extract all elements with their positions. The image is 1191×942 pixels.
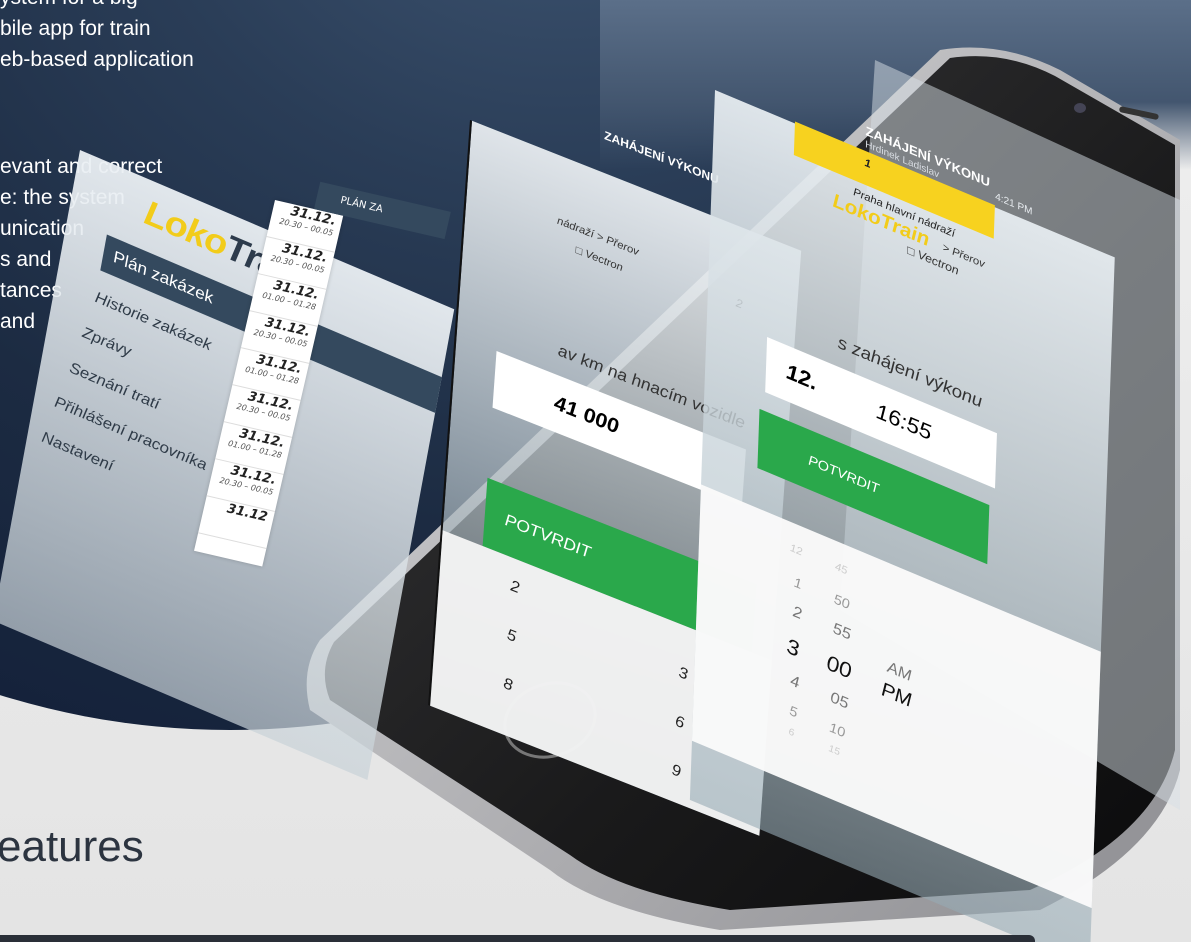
- picker-minute: 45: [834, 560, 848, 578]
- menu-item-settings[interactable]: Nastavení: [40, 429, 114, 476]
- hero-section: ystem for a big bile app for train eb-ba…: [0, 0, 1191, 942]
- menu-item-messages[interactable]: Zprávy: [81, 324, 132, 361]
- picker-minute: 10: [829, 718, 846, 741]
- picker-hour: 5: [789, 701, 798, 721]
- picker-minute: 05: [830, 688, 849, 714]
- picker-hour: 12: [789, 541, 803, 559]
- keypad-key[interactable]: 5: [506, 626, 516, 647]
- picker-minute: 55: [832, 619, 851, 644]
- features-heading: eatures: [0, 822, 144, 871]
- train-icon: □: [906, 242, 915, 260]
- features-divider-bar: [0, 935, 1035, 942]
- intro-line: ystem for a big: [0, 0, 300, 13]
- picker-minute: 50: [833, 590, 850, 613]
- step-number: 1: [864, 156, 871, 172]
- intro-line: eb-based application: [0, 48, 194, 71]
- keypad-key[interactable]: 2: [510, 577, 520, 598]
- intro-line: [0, 75, 300, 106]
- intro-line: bile app for train: [0, 17, 151, 40]
- picker-hour: 1: [793, 573, 803, 593]
- route-from: nádraží: [556, 214, 595, 241]
- keypad-key[interactable]: 6: [675, 713, 685, 734]
- intro-line: evant and correct: [0, 151, 300, 182]
- route-to: Přerov: [605, 234, 640, 259]
- picker-hour: 4: [790, 672, 800, 693]
- picker-hour: 2: [792, 603, 803, 624]
- picker-minute-selected: 00: [826, 649, 852, 685]
- picker-hour: 6: [788, 726, 795, 740]
- list-header-title: PLÁN ZA: [339, 194, 384, 216]
- vehicle-name: Vectron: [584, 247, 624, 275]
- picker-hour-selected: 3: [786, 632, 800, 663]
- keypad-key[interactable]: 9: [671, 761, 681, 782]
- keypad-key[interactable]: 3: [678, 664, 688, 685]
- train-icon: □: [575, 244, 583, 259]
- keypad-key[interactable]: 8: [503, 675, 513, 696]
- picker-minute: 15: [828, 743, 840, 759]
- menu-item-login[interactable]: Přihlášení pracovníka: [53, 394, 207, 475]
